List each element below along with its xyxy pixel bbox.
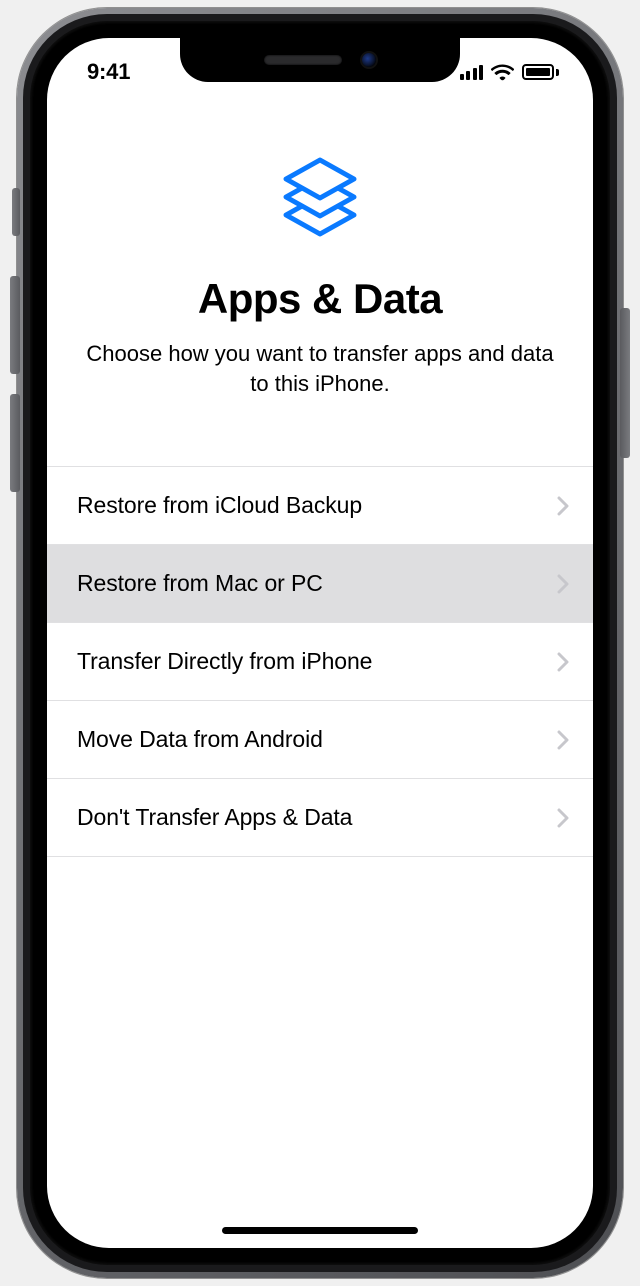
battery-icon — [522, 64, 559, 80]
apps-data-icon — [272, 150, 368, 251]
notch — [180, 38, 460, 82]
power-button — [620, 308, 630, 458]
status-time: 9:41 — [87, 51, 130, 85]
wifi-icon — [491, 64, 514, 81]
page-title: Apps & Data — [198, 275, 442, 323]
speaker-grille — [264, 55, 342, 65]
option-transfer-iphone[interactable]: Transfer Directly from iPhone — [47, 623, 593, 701]
option-label: Restore from Mac or PC — [77, 570, 323, 597]
status-indicators — [460, 56, 560, 81]
option-label: Transfer Directly from iPhone — [77, 648, 372, 675]
option-restore-icloud[interactable]: Restore from iCloud Backup — [47, 467, 593, 545]
setup-content: Apps & Data Choose how you want to trans… — [47, 140, 593, 1248]
chevron-right-icon — [557, 808, 569, 828]
chevron-right-icon — [557, 496, 569, 516]
chevron-right-icon — [557, 730, 569, 750]
volume-down-button — [10, 394, 20, 492]
front-camera — [362, 53, 376, 67]
option-dont-transfer[interactable]: Don't Transfer Apps & Data — [47, 779, 593, 857]
option-label: Restore from iCloud Backup — [77, 492, 362, 519]
option-move-android[interactable]: Move Data from Android — [47, 701, 593, 779]
mute-switch — [12, 188, 20, 236]
chevron-right-icon — [557, 574, 569, 594]
chevron-right-icon — [557, 652, 569, 672]
screen: 9:41 — [47, 38, 593, 1248]
option-restore-mac-pc[interactable]: Restore from Mac or PC — [47, 545, 593, 623]
volume-up-button — [10, 276, 20, 374]
cellular-icon — [460, 64, 484, 80]
home-indicator[interactable] — [222, 1227, 418, 1234]
option-label: Don't Transfer Apps & Data — [77, 804, 352, 831]
option-label: Move Data from Android — [77, 726, 323, 753]
page-subtitle: Choose how you want to transfer apps and… — [47, 339, 593, 398]
transfer-options-list: Restore from iCloud Backup Restore from … — [47, 466, 593, 857]
